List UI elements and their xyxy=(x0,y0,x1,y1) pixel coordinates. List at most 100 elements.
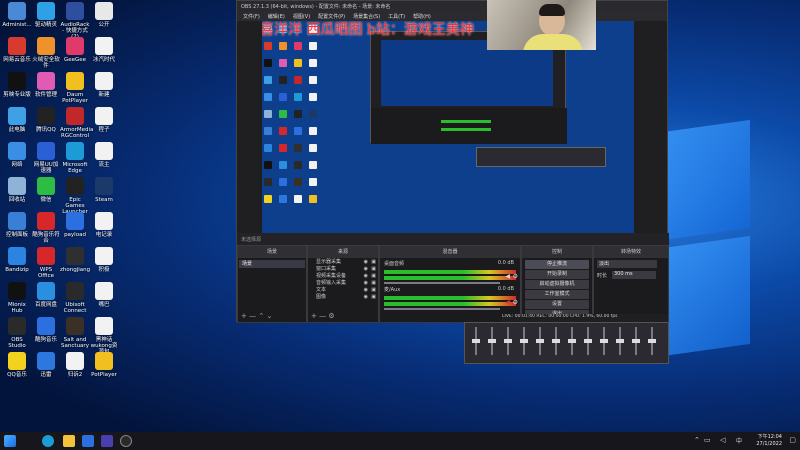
tray-chevron-icon[interactable]: ⌃ xyxy=(694,436,700,444)
visibility-eye-icon[interactable]: ◉ xyxy=(364,273,368,280)
clock[interactable]: 下午12:04 27/1/2022 xyxy=(756,434,782,448)
fader-knob[interactable] xyxy=(536,339,544,343)
source-item[interactable]: 音频输入采集 ◉ ▣ xyxy=(308,280,378,287)
menu-item[interactable]: 视图(V) xyxy=(293,13,310,20)
desktop-icon[interactable]: Bandizip xyxy=(2,247,32,273)
desktop-icon[interactable]: Epic Games Launcher xyxy=(60,177,90,215)
desktop-icon[interactable]: WPS Office xyxy=(31,247,61,279)
lock-icon[interactable]: ▣ xyxy=(371,266,376,273)
gear-icon[interactable]: ⚙ xyxy=(513,273,518,280)
control-button[interactable]: 设置 xyxy=(525,300,589,309)
fader-slider[interactable] xyxy=(600,327,608,355)
desktop-icon[interactable]: OBS Studio xyxy=(2,317,32,349)
fader-slider[interactable] xyxy=(536,327,544,355)
desktop-icon[interactable]: 黑神话wukong资源包 xyxy=(89,317,119,355)
fader-knob[interactable] xyxy=(600,339,608,343)
source-item[interactable]: 视频采集设备 ◉ ▣ xyxy=(308,273,378,280)
desktop-icon[interactable]: 冰汽时代 xyxy=(89,37,119,63)
desktop-icon[interactable]: AudioRack - 快捷方式 (2) xyxy=(60,2,90,40)
menu-item[interactable]: 配置文件(P) xyxy=(318,13,345,20)
fader-knob[interactable] xyxy=(568,339,576,343)
source-item[interactable]: 文本 ◉ ▣ xyxy=(308,287,378,294)
lock-icon[interactable]: ▣ xyxy=(371,294,376,301)
source-item[interactable]: 图像 ◉ ▣ xyxy=(308,294,378,301)
desktop-icon[interactable]: Salt and Sanctuary xyxy=(60,317,90,349)
desktop-icon[interactable]: 酷狗音乐符合 xyxy=(31,212,61,244)
desktop-icon[interactable]: 新建 xyxy=(89,72,119,98)
gear-icon[interactable]: ⚙ xyxy=(513,299,518,306)
obs-taskbar-icon[interactable] xyxy=(120,435,132,447)
desktop-icon[interactable]: Steam xyxy=(89,177,119,203)
fader-slider[interactable] xyxy=(504,327,512,355)
desktop-icon[interactable]: 剪映专业版 xyxy=(2,72,32,98)
desktop-icon[interactable]: zhongjiang xyxy=(60,247,90,273)
desktop-icon[interactable]: PotPlayer xyxy=(89,352,119,378)
desktop-icon[interactable]: 腾讯QQ xyxy=(31,107,61,133)
fader-slider[interactable] xyxy=(648,327,656,355)
desktop-icon[interactable]: 网络 xyxy=(2,142,32,168)
desktop-icon[interactable]: payload xyxy=(60,212,90,238)
desktop-icon[interactable]: QQ音乐 xyxy=(2,352,32,378)
edge-icon[interactable] xyxy=(42,435,54,447)
fader-slider[interactable] xyxy=(472,327,480,355)
fader-slider[interactable] xyxy=(552,327,560,355)
lock-icon[interactable]: ▣ xyxy=(371,273,376,280)
visibility-eye-icon[interactable]: ◉ xyxy=(364,266,368,273)
fader-knob[interactable] xyxy=(504,339,512,343)
muted-speaker-icon[interactable]: ◀ xyxy=(505,299,510,306)
network-icon[interactable]: ▭ xyxy=(704,436,711,444)
desktop-icon[interactable]: 程子 xyxy=(89,107,119,133)
desktop-icon[interactable]: 回收站 xyxy=(2,177,32,203)
desktop-icon[interactable]: GeeGee xyxy=(60,37,90,63)
move-up-icon[interactable]: ⌃ xyxy=(258,312,264,320)
ime-icon[interactable]: 中 xyxy=(736,436,742,445)
remove-source-button[interactable]: — xyxy=(319,312,326,320)
fader-knob[interactable] xyxy=(488,339,496,343)
fader-knob[interactable] xyxy=(632,339,640,343)
desktop-icon[interactable]: 百度网盘 xyxy=(31,282,61,308)
lock-icon[interactable]: ▣ xyxy=(371,259,376,266)
desktop-icon[interactable]: 微信 xyxy=(31,177,61,203)
transition-select[interactable]: 淡出 xyxy=(597,260,657,268)
desktop-icon[interactable]: 嘴巴 xyxy=(89,282,119,308)
windows-start-icon[interactable] xyxy=(4,435,16,447)
visibility-eye-icon[interactable]: ◉ xyxy=(364,287,368,294)
source-item[interactable]: 显示器采集 ◉ ▣ xyxy=(308,259,378,266)
source-item[interactable]: 窗口采集 ◉ ▣ xyxy=(308,266,378,273)
desktop-icon[interactable]: Administ... xyxy=(2,2,32,28)
desktop-icon[interactable]: 流主 xyxy=(89,142,119,168)
app-icon-blue[interactable] xyxy=(82,435,94,447)
add-source-button[interactable]: + xyxy=(311,312,317,320)
menu-item[interactable]: 场景集合(S) xyxy=(353,13,380,20)
desktop-icon[interactable]: 控制面板 xyxy=(2,212,32,238)
fader-slider[interactable] xyxy=(616,327,624,355)
fader-knob[interactable] xyxy=(472,339,480,343)
control-button[interactable]: 启动虚拟摄像机 xyxy=(525,280,589,289)
desktop-icon[interactable]: 软件管理 xyxy=(31,72,61,98)
desktop-icon[interactable]: 积极 xyxy=(89,247,119,273)
menu-item[interactable]: 帮助(H) xyxy=(413,13,431,20)
speaker-icon[interactable]: ◀ xyxy=(505,273,510,280)
duration-input[interactable]: 300 ms xyxy=(612,271,656,279)
volume-slider[interactable] xyxy=(384,308,500,310)
fader-knob[interactable] xyxy=(616,339,624,343)
menu-item[interactable]: 文件(F) xyxy=(243,13,260,20)
fader-slider[interactable] xyxy=(568,327,576,355)
desktop-icon[interactable]: ArmorMedia RGControl xyxy=(60,107,93,139)
desktop-icon[interactable]: 火绒安全软件 xyxy=(31,37,61,69)
menu-item[interactable]: 工具(T) xyxy=(388,13,405,20)
volume-icon[interactable]: ◁ xyxy=(720,436,725,444)
lock-icon[interactable]: ▣ xyxy=(371,287,376,294)
app-icon-purple[interactable] xyxy=(101,435,113,447)
fader-knob[interactable] xyxy=(584,339,592,343)
visibility-eye-icon[interactable]: ◉ xyxy=(364,280,368,287)
menu-item[interactable]: 编辑(E) xyxy=(268,13,285,20)
fader-slider[interactable] xyxy=(584,327,592,355)
notification-icon[interactable]: ▢ xyxy=(789,436,796,444)
fader-slider[interactable] xyxy=(488,327,496,355)
desktop-icon[interactable]: 驱动精灵 xyxy=(31,2,61,28)
remove-scene-button[interactable]: — xyxy=(249,312,256,320)
fader-slider[interactable] xyxy=(520,327,528,355)
source-settings-icon[interactable]: ⚙ xyxy=(328,312,334,320)
add-scene-button[interactable]: + xyxy=(241,312,247,320)
